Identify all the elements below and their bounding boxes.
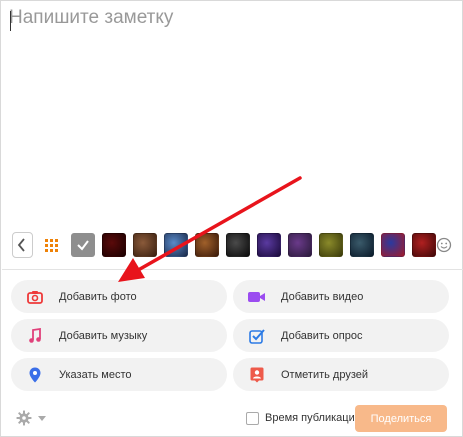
check-icon [77, 240, 89, 251]
caret-down-icon [38, 415, 46, 421]
publish-time-checkbox[interactable] [246, 412, 259, 425]
background-swatch-image[interactable] [287, 233, 312, 257]
background-swatch-image[interactable] [225, 233, 250, 257]
background-swatch-image[interactable] [256, 233, 281, 257]
user-tag-icon [248, 366, 266, 384]
add-poll-button[interactable]: Добавить опрос [233, 319, 449, 352]
add-poll-label: Добавить опрос [281, 329, 363, 342]
publish-time-label: Время публикации [265, 412, 361, 424]
background-picker [9, 231, 459, 259]
location-pin-icon [26, 366, 44, 384]
add-place-label: Указать место [59, 368, 132, 381]
background-swatch-image[interactable] [318, 233, 343, 257]
text-caret [10, 11, 11, 31]
tag-friends-label: Отметить друзей [281, 368, 369, 381]
note-text-input[interactable] [9, 7, 449, 207]
background-swatch-image[interactable] [132, 233, 157, 257]
scroll-left-button[interactable] [12, 232, 33, 258]
background-swatch-image[interactable] [380, 233, 405, 257]
background-swatch-image[interactable] [163, 233, 188, 257]
background-swatch-selected[interactable] [70, 233, 95, 257]
camera-icon [26, 288, 44, 306]
background-swatches [33, 233, 436, 257]
divider [2, 269, 463, 270]
add-video-label: Добавить видео [281, 290, 364, 303]
add-photo-button[interactable]: Добавить фото [11, 280, 227, 313]
share-button[interactable]: Поделиться [355, 405, 447, 432]
add-music-label: Добавить музыку [59, 329, 148, 342]
add-music-button[interactable]: Добавить музыку [11, 319, 227, 352]
tag-friends-button[interactable]: Отметить друзей [233, 358, 449, 391]
chevron-left-icon [18, 238, 26, 252]
smile-icon [437, 237, 452, 253]
background-swatch-image[interactable] [349, 233, 374, 257]
gear-icon [16, 410, 32, 426]
background-swatch-image[interactable] [411, 233, 436, 257]
music-note-icon [26, 327, 44, 345]
note-composer: Добавить фото Добавить видео Добавить му… [0, 0, 463, 437]
settings-button[interactable] [16, 410, 46, 426]
emoji-button[interactable] [436, 235, 453, 255]
add-photo-label: Добавить фото [59, 290, 137, 303]
composer-footer: Время публикации Поделиться [2, 400, 463, 437]
add-place-button[interactable]: Указать место [11, 358, 227, 391]
checkbox-icon [248, 327, 266, 345]
background-swatch-image[interactable] [194, 233, 219, 257]
add-video-button[interactable]: Добавить видео [233, 280, 449, 313]
background-swatch-pattern[interactable] [39, 233, 64, 257]
video-camera-icon [248, 288, 266, 306]
grid-icon [45, 238, 59, 252]
background-swatch-image[interactable] [101, 233, 126, 257]
